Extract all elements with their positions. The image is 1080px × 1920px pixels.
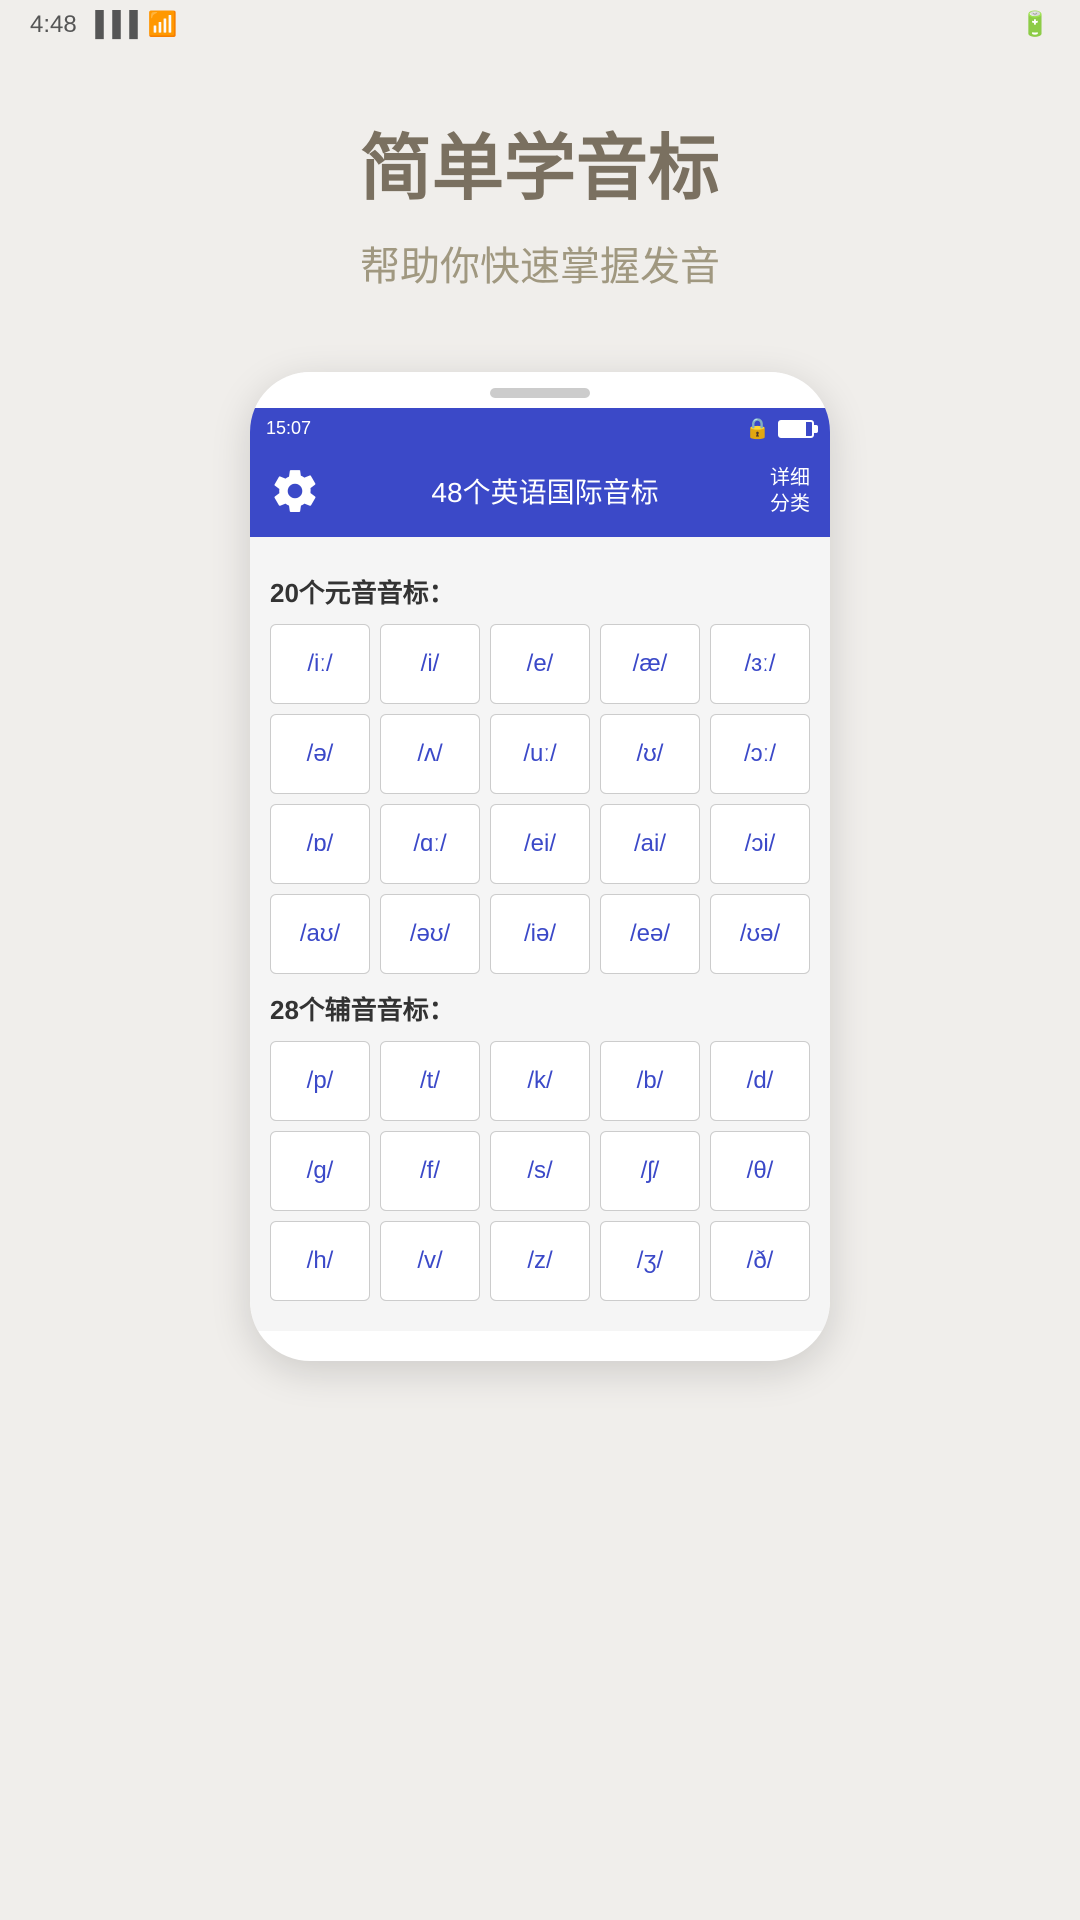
phone-mockup: 15:07 🔒 48个英语国际音标 详细分类 20个元音音标： /iː//i//…	[250, 372, 830, 1361]
vowel-btn-2[interactable]: /e/	[490, 624, 590, 704]
consonant-btn-10[interactable]: /h/	[270, 1221, 370, 1301]
vowel-btn-16[interactable]: /əʊ/	[380, 894, 480, 974]
phone-header-title: 48个英语国际音标	[320, 471, 770, 511]
vowel-btn-12[interactable]: /ei/	[490, 804, 590, 884]
phone-header-detail[interactable]: 详细分类	[770, 465, 810, 517]
vowel-btn-11[interactable]: /ɑː/	[380, 804, 480, 884]
vowel-btn-8[interactable]: /ʊ/	[600, 714, 700, 794]
consonant-btn-5[interactable]: /g/	[270, 1131, 370, 1211]
vowel-btn-14[interactable]: /ɔi/	[710, 804, 810, 884]
status-left: 4:48 ▐▐▐ 📶	[30, 10, 178, 39]
consonant-btn-9[interactable]: /θ/	[710, 1131, 810, 1211]
vowel-btn-4[interactable]: /ɜː/	[710, 624, 810, 704]
status-right: 🔋	[1020, 10, 1050, 39]
wifi-icon: 📶	[148, 10, 178, 39]
consonant-btn-13[interactable]: /ʒ/	[600, 1221, 700, 1301]
vowel-btn-1[interactable]: /i/	[380, 624, 480, 704]
phone-time: 15:07	[266, 418, 311, 439]
outer-status-bar: 4:48 ▐▐▐ 📶 🔋	[0, 0, 1080, 49]
vowel-btn-13[interactable]: /ai/	[600, 804, 700, 884]
signal-icon: ▐▐▐	[87, 11, 138, 39]
vowel-btn-17[interactable]: /iə/	[490, 894, 590, 974]
phone-status-bar: 15:07 🔒	[250, 408, 830, 449]
vowel-btn-15[interactable]: /aʊ/	[270, 894, 370, 974]
phone-speaker	[490, 388, 590, 398]
vowel-btn-19[interactable]: /ʊə/	[710, 894, 810, 974]
consonant-btn-12[interactable]: /z/	[490, 1221, 590, 1301]
settings-icon[interactable]	[270, 466, 320, 516]
vowel-btn-6[interactable]: /ʌ/	[380, 714, 480, 794]
vowel-btn-9[interactable]: /ɔː/	[710, 714, 810, 794]
vowel-btn-7[interactable]: /uː/	[490, 714, 590, 794]
vowel-btn-10[interactable]: /ɒ/	[270, 804, 370, 884]
vowel-btn-0[interactable]: /iː/	[270, 624, 370, 704]
vowel-btn-3[interactable]: /æ/	[600, 624, 700, 704]
consonant-btn-6[interactable]: /f/	[380, 1131, 480, 1211]
consonant-btn-2[interactable]: /k/	[490, 1041, 590, 1121]
consonant-btn-7[interactable]: /s/	[490, 1131, 590, 1211]
consonant-btn-14[interactable]: /ð/	[710, 1221, 810, 1301]
vowels-grid: /iː//i//e//æ//ɜː/ /ə//ʌ//uː//ʊ//ɔː/ /ɒ//ɑː…	[270, 624, 810, 974]
consonant-btn-4[interactable]: /d/	[710, 1041, 810, 1121]
consonant-btn-8[interactable]: /ʃ/	[600, 1131, 700, 1211]
app-subtitle: 帮助你快速掌握发音	[360, 234, 720, 292]
phone-lock-icon: 🔒	[745, 416, 770, 441]
consonant-btn-11[interactable]: /v/	[380, 1221, 480, 1301]
consonant-btn-3[interactable]: /b/	[600, 1041, 700, 1121]
app-title: 简单学音标	[360, 109, 720, 214]
consonant-btn-0[interactable]: /p/	[270, 1041, 370, 1121]
vowel-btn-18[interactable]: /eə/	[600, 894, 700, 974]
phone-top-bar	[250, 372, 830, 408]
phone-content: 20个元音音标： /iː//i//e//æ//ɜː//ə//ʌ//uː//ʊ//…	[250, 537, 830, 1331]
battery-icon: 🔋	[1020, 10, 1050, 39]
vowels-section-title: 20个元音音标：	[270, 573, 810, 610]
status-time: 4:48	[30, 11, 77, 39]
consonants-grid: /p//t//k//b//d//g//f//s//ʃ//θ//h//v//z//…	[270, 1041, 810, 1301]
phone-status-right: 🔒	[745, 416, 814, 441]
vowel-btn-5[interactable]: /ə/	[270, 714, 370, 794]
phone-header: 48个英语国际音标 详细分类	[250, 449, 830, 537]
consonant-btn-1[interactable]: /t/	[380, 1041, 480, 1121]
consonants-section-title: 28个辅音音标：	[270, 990, 810, 1027]
phone-battery-icon	[778, 420, 814, 438]
